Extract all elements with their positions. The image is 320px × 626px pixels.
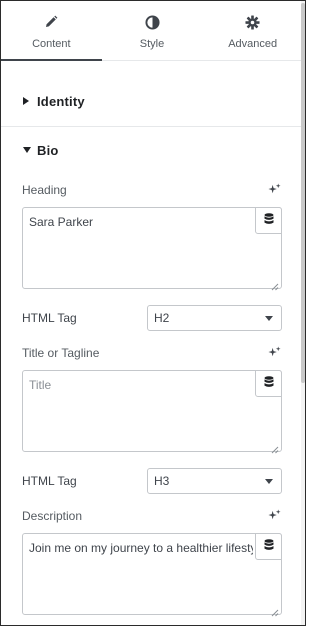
heading-html-tag-select[interactable]: H2 bbox=[147, 305, 282, 331]
description-textarea[interactable]: Join me on my journey to a healthier lif… bbox=[22, 533, 282, 617]
section-title: Bio bbox=[37, 142, 59, 158]
chevron-down-icon bbox=[265, 479, 273, 484]
resize-handle[interactable] bbox=[271, 441, 279, 454]
description-label: Description bbox=[22, 509, 83, 523]
database-icon bbox=[264, 212, 274, 230]
heading-html-tag-label: HTML Tag bbox=[22, 311, 77, 325]
pencil-icon bbox=[43, 14, 59, 30]
scrollbar-thumb[interactable] bbox=[301, 3, 305, 383]
half-circle-icon bbox=[144, 14, 160, 30]
resize-handle[interactable] bbox=[271, 278, 279, 291]
tab-label: Advanced bbox=[228, 38, 278, 50]
caret-right-icon bbox=[23, 97, 33, 105]
tab-label: Content bbox=[32, 38, 71, 50]
tagline-html-tag-select[interactable]: H3 bbox=[147, 468, 282, 494]
tagline-html-tag-label: HTML Tag bbox=[22, 474, 77, 488]
panel-tabs: Content Style Advanced bbox=[1, 1, 303, 61]
tab-style[interactable]: Style bbox=[102, 1, 203, 60]
section-bio-toggle[interactable]: Bio bbox=[1, 125, 303, 175]
editor-panel: Content Style Advanced Identity Bio Head… bbox=[0, 0, 306, 626]
tagline-textarea[interactable]: Title bbox=[22, 370, 282, 454]
caret-down-icon bbox=[23, 147, 33, 153]
dynamic-tags-button[interactable] bbox=[255, 533, 282, 560]
section-identity-toggle[interactable]: Identity bbox=[1, 76, 303, 126]
tab-advanced[interactable]: Advanced bbox=[202, 1, 303, 60]
ai-sparkle-icon[interactable] bbox=[268, 509, 281, 522]
heading-textarea[interactable]: Sara Parker bbox=[22, 207, 282, 291]
tab-label: Style bbox=[139, 38, 165, 50]
description-value: Join me on my journey to a healthier lif… bbox=[29, 541, 253, 555]
tagline-placeholder: Title bbox=[29, 378, 52, 392]
dynamic-tags-button[interactable] bbox=[255, 370, 282, 397]
scrollbar-track[interactable] bbox=[301, 1, 305, 625]
gear-icon bbox=[245, 14, 261, 30]
ai-sparkle-icon[interactable] bbox=[268, 183, 281, 196]
heading-value: Sara Parker bbox=[29, 215, 94, 229]
tab-content[interactable]: Content bbox=[1, 1, 102, 61]
database-icon bbox=[264, 538, 274, 556]
select-value: H3 bbox=[154, 474, 170, 488]
ai-sparkle-icon[interactable] bbox=[268, 346, 281, 359]
database-icon bbox=[264, 375, 274, 393]
chevron-down-icon bbox=[265, 316, 273, 321]
tagline-label: Title or Tagline bbox=[22, 346, 100, 360]
resize-handle[interactable] bbox=[271, 604, 279, 617]
heading-label: Heading bbox=[22, 183, 67, 197]
select-value: H2 bbox=[154, 311, 170, 325]
section-title: Identity bbox=[37, 93, 85, 109]
dynamic-tags-button[interactable] bbox=[255, 207, 282, 234]
